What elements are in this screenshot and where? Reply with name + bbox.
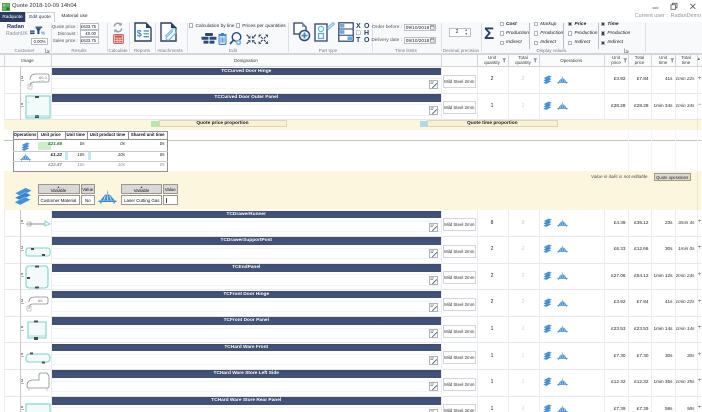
svg-text:+: + xyxy=(28,100,30,104)
svg-text:X: X xyxy=(356,23,361,30)
svg-text:$: $ xyxy=(136,29,141,39)
svg-text:□: □ xyxy=(356,30,361,37)
svg-text:T: T xyxy=(356,37,361,42)
svg-text:%: % xyxy=(41,31,45,36)
svg-text:60.3: 60.3 xyxy=(39,75,48,80)
svg-text:60: 60 xyxy=(38,298,43,303)
svg-text:H: H xyxy=(364,30,369,37)
